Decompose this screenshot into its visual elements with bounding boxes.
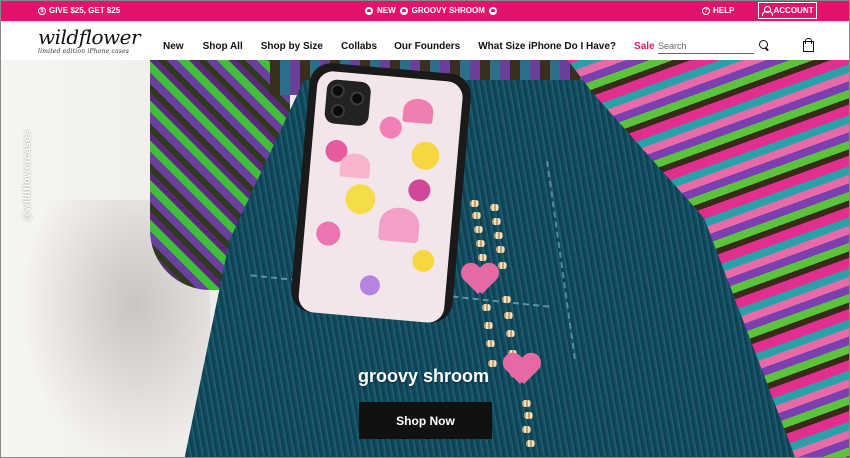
help-label: HELP	[713, 6, 735, 15]
referral-promo-link[interactable]: $ GIVE $25, GET $25	[38, 6, 120, 15]
heart-charm	[462, 264, 498, 296]
case-flower	[411, 249, 436, 273]
case-flower	[410, 140, 441, 171]
search-input[interactable]	[658, 38, 754, 54]
new-collection-banner[interactable]: NEW GROOVY SHROOM	[365, 6, 497, 15]
nav-item-sale[interactable]: Sale	[634, 41, 655, 52]
brand-logo[interactable]: wildflower limited edition iPhone cases	[38, 25, 141, 55]
case-flower	[344, 182, 377, 216]
nav-item-collabs[interactable]: Collabs	[341, 41, 377, 52]
help-icon: ?	[702, 6, 710, 15]
brand-tagline: limited edition iPhone cases	[38, 48, 130, 55]
bag-icon[interactable]	[803, 38, 814, 52]
mushroom-icon	[488, 6, 497, 15]
gift-icon: $	[38, 6, 46, 15]
phone-case-artwork	[297, 70, 464, 324]
hero-title: groovy shroom	[358, 366, 490, 386]
case-mushroom	[377, 206, 421, 244]
case-flower	[359, 274, 381, 297]
nav-item-new[interactable]: New	[163, 41, 184, 52]
nav-item-shop-all[interactable]: Shop All	[203, 41, 243, 52]
case-flower	[315, 220, 342, 247]
case-mushroom	[402, 97, 435, 125]
case-mushroom	[339, 152, 372, 179]
instagram-watermark: @wildflowercases	[22, 130, 33, 222]
nav-item-what-size-iphone[interactable]: What Size iPhone Do I Have?	[478, 41, 616, 52]
shop-now-button[interactable]: Shop Now	[359, 402, 492, 439]
mushroom-icon	[399, 6, 408, 15]
search-icon[interactable]	[759, 40, 769, 50]
case-flower	[378, 115, 403, 140]
main-nav: New Shop All Shop by Size Collabs Our Fo…	[163, 41, 655, 52]
heart-charm	[504, 354, 540, 386]
mushroom-icon	[365, 6, 373, 15]
new-label: NEW	[377, 6, 396, 15]
nav-item-shop-by-size[interactable]: Shop by Size	[261, 41, 323, 52]
new-collection-name: GROOVY SHROOM	[411, 6, 485, 15]
brand-name: wildflower	[38, 25, 141, 49]
site-header: wildflower limited edition iPhone cases …	[0, 21, 850, 60]
camera-module	[323, 78, 372, 127]
hero-banner[interactable]: @wildflowercases	[0, 60, 850, 458]
announcement-bar: $ GIVE $25, GET $25 NEW GROOVY SHROOM ? …	[0, 0, 850, 21]
account-button[interactable]: ACCOUNT	[758, 2, 817, 19]
hero-phone	[289, 61, 473, 325]
account-icon	[761, 6, 773, 16]
account-label: ACCOUNT	[773, 6, 814, 15]
referral-promo-text: GIVE $25, GET $25	[49, 6, 121, 15]
help-link[interactable]: ? HELP	[702, 6, 734, 15]
case-flower	[407, 178, 432, 203]
nav-item-our-founders[interactable]: Our Founders	[394, 41, 460, 52]
